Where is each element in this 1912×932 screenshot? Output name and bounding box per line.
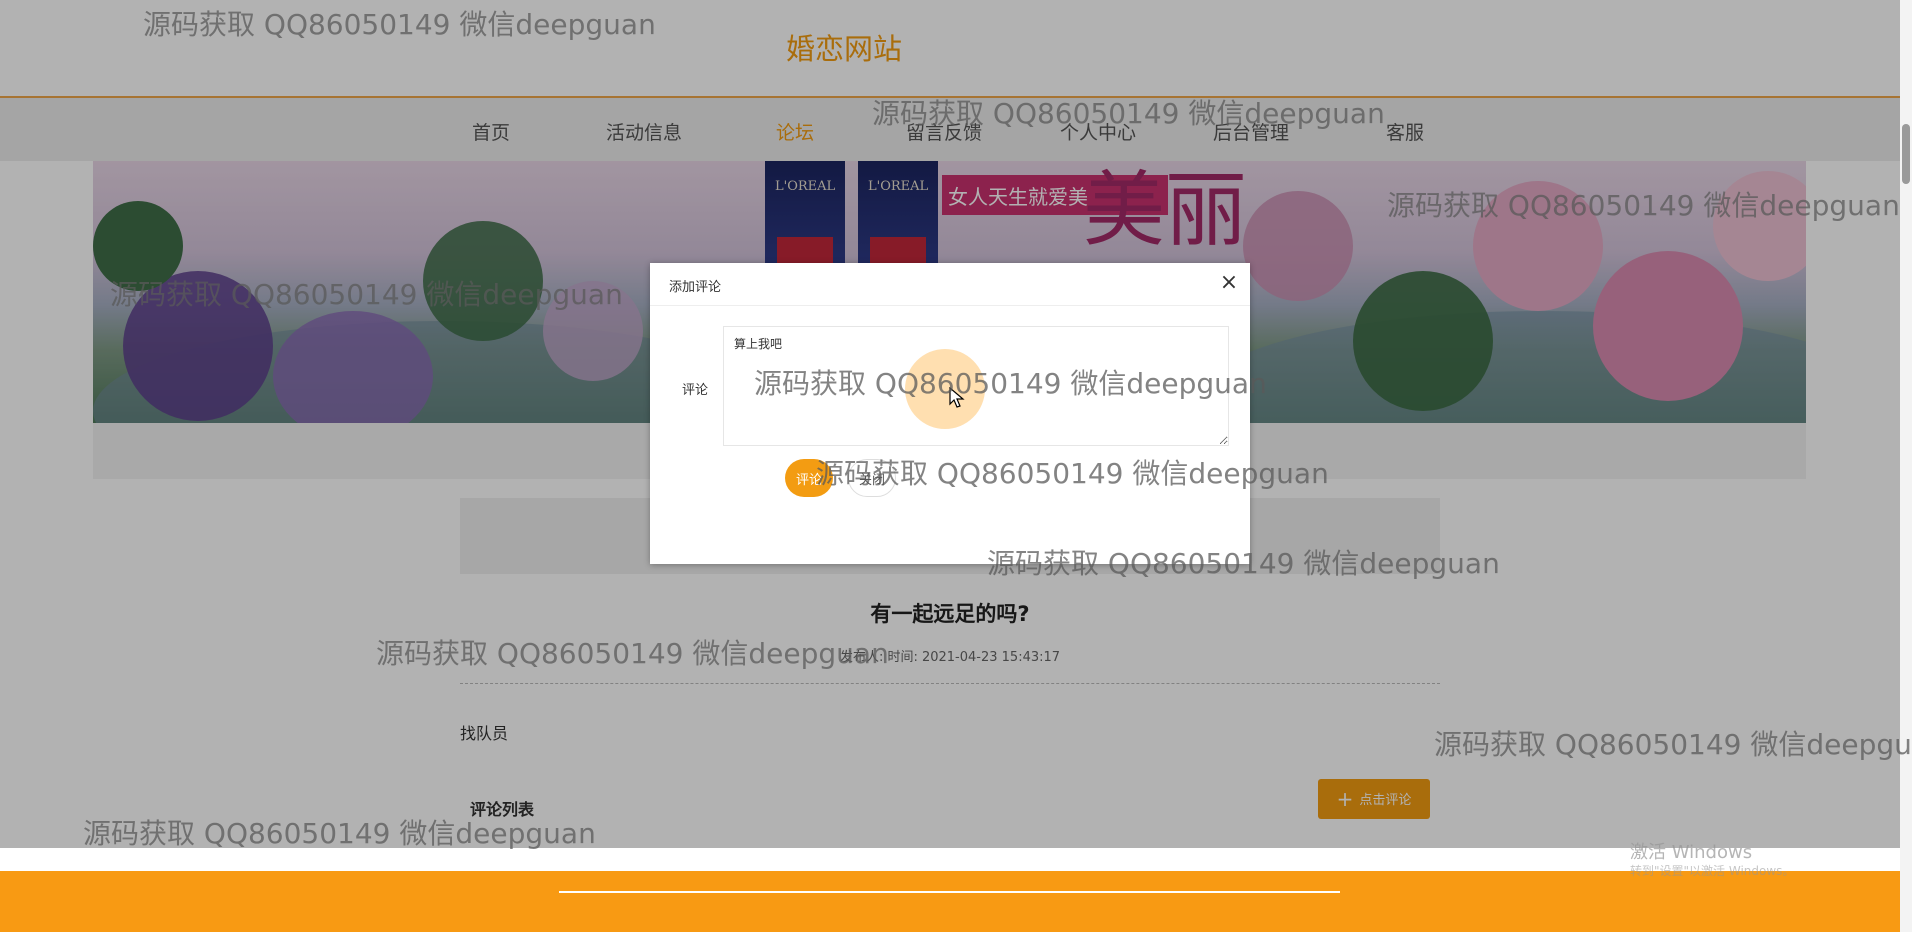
comment-field-label: 评论 (682, 383, 709, 398)
scrollbar-thumb[interactable] (1902, 124, 1910, 184)
cursor-highlight (905, 349, 985, 429)
dialog-header: 添加评论 × (650, 263, 1250, 306)
close-icon[interactable]: × (1217, 271, 1241, 295)
windows-activation-notice: 激活 Windows (1630, 842, 1753, 863)
mouse-pointer-icon (949, 387, 965, 408)
page-scrollbar[interactable] (1900, 0, 1912, 932)
dialog-title: 添加评论 (669, 280, 722, 295)
windows-activation-hint: 转到"设置"以激活 Windows。 (1630, 864, 1795, 878)
footer-divider (559, 891, 1340, 893)
submit-comment-button[interactable]: 评论 (785, 459, 833, 497)
site-footer (0, 871, 1900, 932)
cancel-button[interactable]: 关闭 (848, 459, 896, 497)
